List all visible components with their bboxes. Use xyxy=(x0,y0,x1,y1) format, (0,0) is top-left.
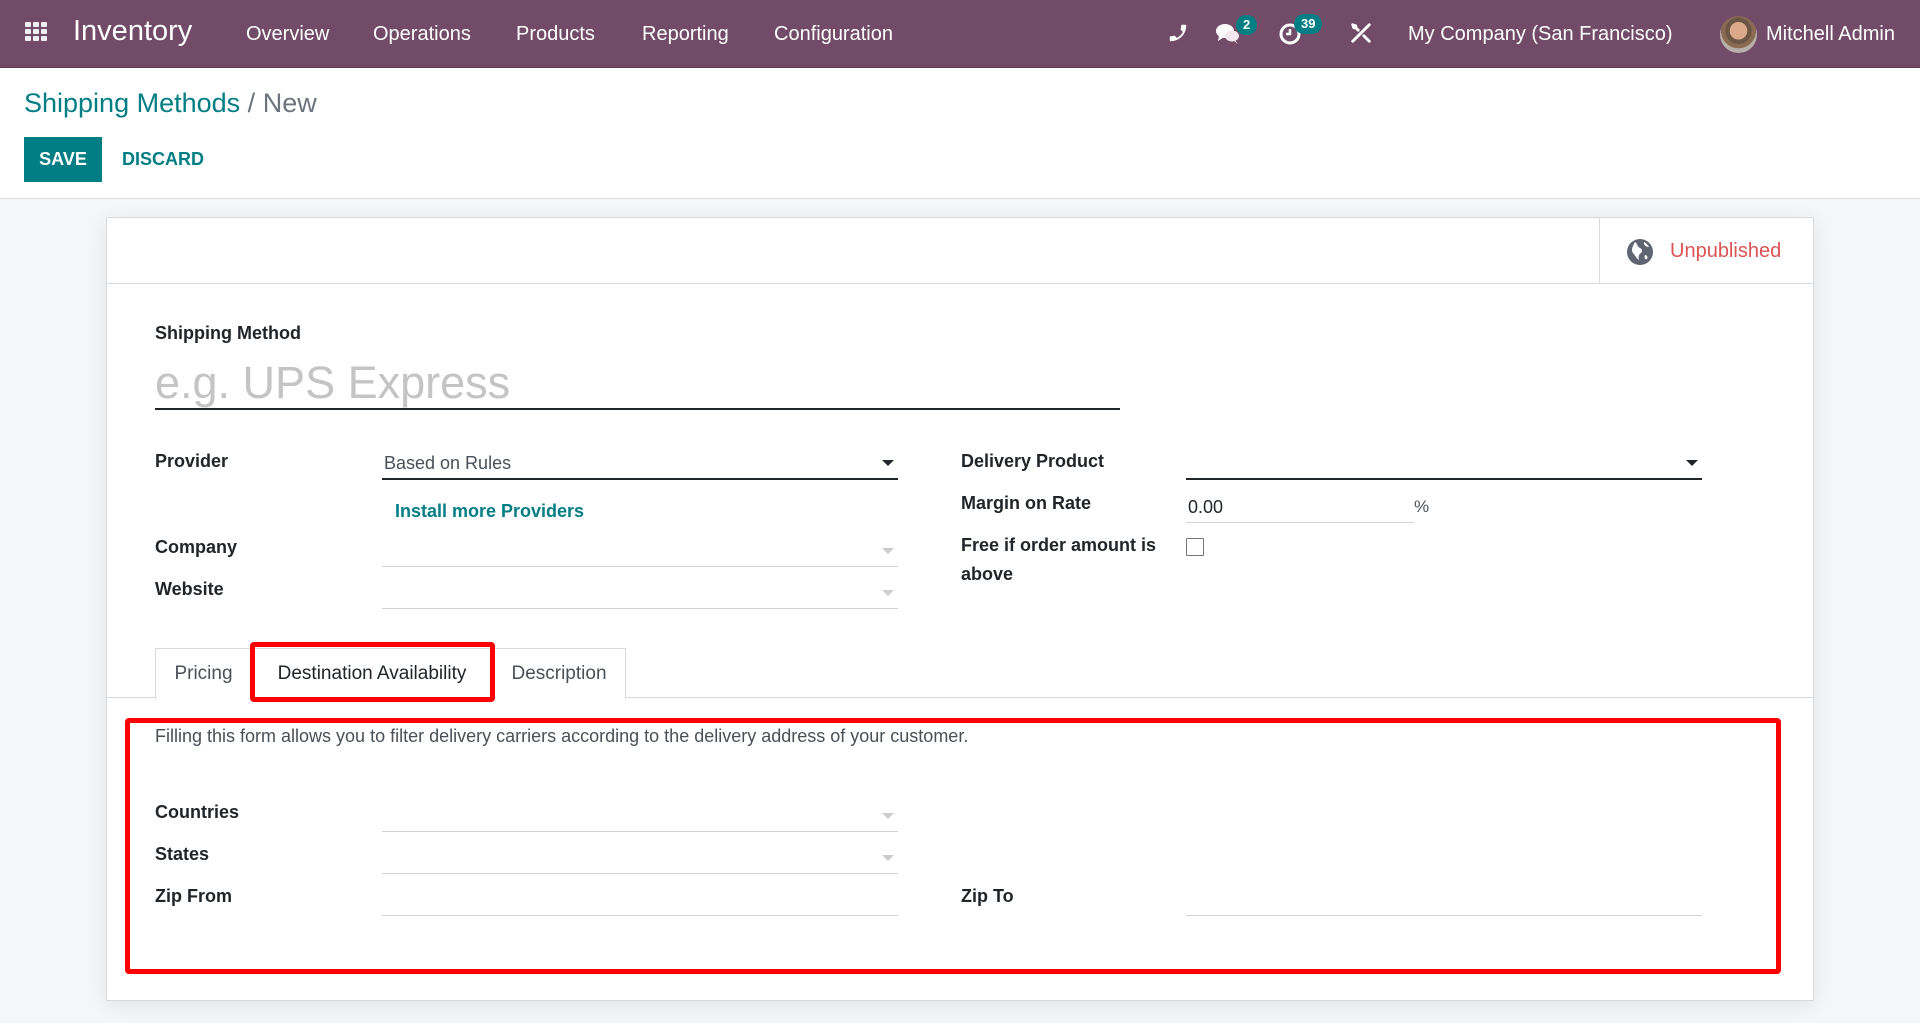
activity-badge: 39 xyxy=(1294,14,1323,34)
shipping-method-label: Shipping Method xyxy=(155,323,301,343)
website-publish-button[interactable]: Unpublished xyxy=(1599,218,1813,284)
states-label: States xyxy=(155,844,210,864)
tab-destination-availability[interactable]: Destination Availability xyxy=(252,648,492,700)
form-sheet: Unpublished Shipping Method e.g. UPS Exp… xyxy=(106,217,1814,1001)
website-label: Website xyxy=(155,579,224,599)
apps-grid-icon[interactable] xyxy=(25,22,49,46)
breadcrumb-shipping-methods[interactable]: Shipping Methods xyxy=(24,88,240,118)
highlight-box-content xyxy=(125,718,1781,974)
zip-from-label: Zip From xyxy=(155,886,232,906)
menu-reporting[interactable]: Reporting xyxy=(642,23,729,46)
margin-on-rate-input[interactable]: 0.00 xyxy=(1186,487,1414,523)
provider-value: Based on Rules xyxy=(384,453,512,473)
provider-select[interactable]: Based on Rules xyxy=(382,444,898,480)
provider-label: Provider xyxy=(155,451,229,471)
discard-button[interactable]: DISCARD xyxy=(122,137,204,182)
globe-icon xyxy=(1627,239,1653,265)
company-select[interactable] xyxy=(382,531,898,567)
free-over-checkbox[interactable] xyxy=(1186,538,1204,556)
phone-icon[interactable] xyxy=(1167,22,1193,46)
shipping-method-name-input[interactable]: e.g. UPS Express xyxy=(155,350,1120,410)
name-placeholder: e.g. UPS Express xyxy=(155,357,511,408)
app-name[interactable]: Inventory xyxy=(73,15,192,48)
delivery-product-label: Delivery Product xyxy=(961,451,1105,471)
top-navbar: Inventory Overview Operations Products R… xyxy=(0,0,1920,68)
free-over-label-line2: above xyxy=(961,564,1014,584)
delivery-product-select[interactable] xyxy=(1186,444,1702,480)
user-menu[interactable]: Mitchell Admin xyxy=(1766,23,1895,46)
chevron-down-icon xyxy=(882,813,894,819)
destination-help-text: Filling this form allows you to filter d… xyxy=(155,726,969,746)
control-panel: Shipping Methods / New SAVE DISCARD xyxy=(0,68,1920,199)
company-label: Company xyxy=(155,537,238,557)
margin-on-rate-label: Margin on Rate xyxy=(961,493,1092,513)
states-input[interactable] xyxy=(382,838,898,874)
debug-tools-icon[interactable] xyxy=(1350,22,1376,46)
breadcrumb: Shipping Methods / New xyxy=(24,88,317,119)
user-avatar[interactable] xyxy=(1720,16,1757,53)
chevron-down-icon xyxy=(882,590,894,596)
countries-input[interactable] xyxy=(382,796,898,832)
percent-unit: % xyxy=(1414,497,1430,516)
save-button[interactable]: SAVE xyxy=(24,137,102,182)
chevron-down-icon xyxy=(882,460,894,466)
countries-label: Countries xyxy=(155,802,240,822)
free-over-label-line1: Free if order amount is xyxy=(961,535,1157,555)
menu-operations[interactable]: Operations xyxy=(373,23,471,46)
chevron-down-icon xyxy=(882,548,894,554)
zip-to-input[interactable] xyxy=(1186,880,1702,916)
install-more-providers-link[interactable]: Install more Providers xyxy=(395,501,584,522)
margin-value: 0.00 xyxy=(1188,497,1224,517)
breadcrumb-separator: / xyxy=(247,88,256,118)
publish-status: Unpublished xyxy=(1670,240,1782,262)
menu-configuration[interactable]: Configuration xyxy=(774,23,893,46)
company-switcher[interactable]: My Company (San Francisco) xyxy=(1408,23,1673,46)
website-select[interactable] xyxy=(382,573,898,609)
chevron-down-icon xyxy=(1686,460,1698,466)
tab-pricing[interactable]: Pricing xyxy=(155,648,252,699)
breadcrumb-current: New xyxy=(262,88,317,118)
chat-badge: 2 xyxy=(1236,15,1258,35)
chevron-down-icon xyxy=(882,855,894,861)
menu-overview[interactable]: Overview xyxy=(246,23,329,46)
tab-description[interactable]: Description xyxy=(492,648,626,699)
notebook-tabs: Pricing Destination Availability Descrip… xyxy=(107,648,1813,700)
button-box: Unpublished xyxy=(107,218,1813,284)
menu-products[interactable]: Products xyxy=(516,23,595,46)
zip-from-input[interactable] xyxy=(382,880,898,916)
zip-to-label: Zip To xyxy=(961,886,1014,906)
